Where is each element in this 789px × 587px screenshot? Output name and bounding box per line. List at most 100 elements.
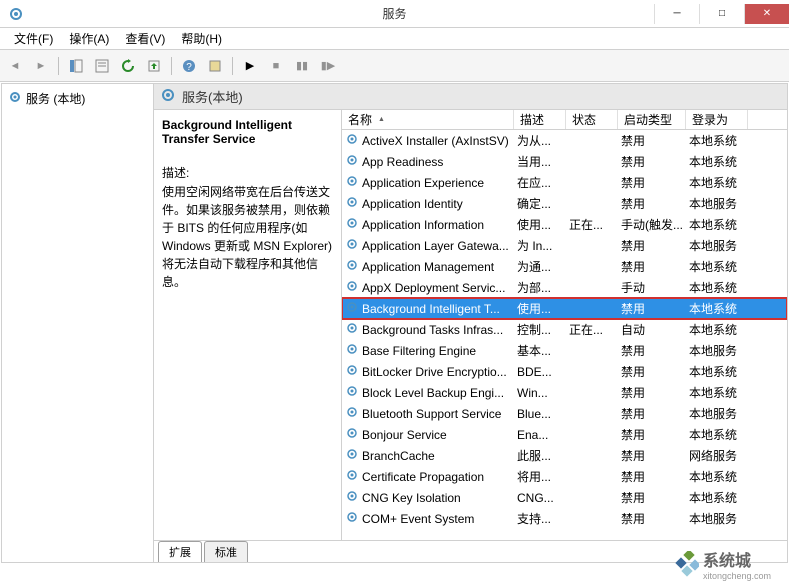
cell-desc: 为通... [514,258,566,275]
service-icon [345,258,359,275]
service-row[interactable]: Application Management为通...禁用本地系统 [342,256,787,277]
column-logon-as[interactable]: 登录为 [686,110,748,129]
service-name-text: Certificate Propagation [362,470,484,484]
cell-startup: 禁用 [618,447,686,464]
cell-logon: 本地系统 [686,153,748,170]
cell-desc: 为 In... [514,237,566,254]
cell-desc: 为从... [514,132,566,149]
back-button[interactable]: ◄ [4,55,26,77]
cell-name: Application Management [342,258,514,275]
service-name-text: BitLocker Drive Encryptio... [362,365,507,379]
service-row[interactable]: AppX Deployment Servic...为部...手动本地系统 [342,277,787,298]
cell-logon: 本地服务 [686,405,748,422]
service-row[interactable]: ActiveX Installer (AxInstSV)为从...禁用本地系统 [342,130,787,151]
services-list: 名称 描述 状态 启动类型 登录为 ActiveX Installer (AxI… [342,110,787,540]
cell-logon: 本地服务 [686,237,748,254]
cell-logon: 本地服务 [686,510,748,527]
service-row[interactable]: App Readiness当用...禁用本地系统 [342,151,787,172]
cell-logon: 本地系统 [686,321,748,338]
menu-file[interactable]: 文件(F) [6,28,61,49]
separator [171,57,172,75]
menu-help[interactable]: 帮助(H) [173,28,230,49]
cell-name: Application Experience [342,174,514,191]
service-row[interactable]: BranchCache此服...禁用网络服务 [342,445,787,466]
properties-dialog-button[interactable] [204,55,226,77]
cell-startup: 手动 [618,279,686,296]
cell-desc: Ena... [514,428,566,442]
service-row[interactable]: Application Identity确定...禁用本地服务 [342,193,787,214]
service-icon [345,321,359,338]
cell-name: AppX Deployment Servic... [342,279,514,296]
service-row[interactable]: Application Layer Gatewa...为 In...禁用本地服务 [342,235,787,256]
service-name-text: AppX Deployment Servic... [362,281,505,295]
cell-desc: 为部... [514,279,566,296]
content-title: 服务(本地) [182,87,243,106]
cell-startup: 禁用 [618,195,686,212]
cell-desc: CNG... [514,491,566,505]
separator [232,57,233,75]
cell-desc: 确定... [514,195,566,212]
menu-view[interactable]: 查看(V) [117,28,173,49]
service-row[interactable]: COM+ Event System支持...禁用本地服务 [342,508,787,529]
title-bar: 服务 ─ □ ✕ [0,0,789,28]
export-button[interactable] [143,55,165,77]
cell-desc: 使用... [514,216,566,233]
list-body[interactable]: ActiveX Installer (AxInstSV)为从...禁用本地系统A… [342,130,787,540]
cell-name: Application Identity [342,195,514,212]
start-service-button[interactable]: ▶ [239,55,261,77]
cell-name: BranchCache [342,447,514,464]
column-startup-type[interactable]: 启动类型 [618,110,686,129]
forward-button[interactable]: ► [30,55,52,77]
cell-startup: 禁用 [618,258,686,275]
content-header: 服务(本地) [154,84,787,110]
stop-service-button[interactable]: ■ [265,55,287,77]
restart-service-button[interactable]: ▮▶ [317,55,339,77]
maximize-button[interactable]: □ [699,4,744,24]
service-row[interactable]: Background Intelligent T...使用...禁用本地系统 [342,298,787,319]
show-hide-tree-button[interactable] [65,55,87,77]
cell-name: Base Filtering Engine [342,342,514,359]
cell-desc: 使用... [514,300,566,317]
cell-startup: 禁用 [618,489,686,506]
refresh-button[interactable] [117,55,139,77]
properties-button[interactable] [91,55,113,77]
tab-extended[interactable]: 扩展 [158,541,202,562]
service-icon [345,237,359,254]
cell-name: Background Tasks Infras... [342,321,514,338]
service-name-text: BranchCache [362,449,435,463]
cell-name: Bluetooth Support Service [342,405,514,422]
pause-service-button[interactable]: ▮▮ [291,55,313,77]
tree-root-services[interactable]: 服务 (本地) [6,88,149,109]
minimize-button[interactable]: ─ [654,4,699,24]
column-name[interactable]: 名称 [342,110,514,129]
column-status[interactable]: 状态 [566,110,618,129]
service-row[interactable]: Bonjour ServiceEna...禁用本地系统 [342,424,787,445]
service-name-text: Application Information [362,218,484,232]
service-row[interactable]: Bluetooth Support ServiceBlue...禁用本地服务 [342,403,787,424]
service-row[interactable]: Base Filtering Engine基本...禁用本地服务 [342,340,787,361]
service-row[interactable]: BitLocker Drive Encryptio...BDE...禁用本地系统 [342,361,787,382]
cell-startup: 禁用 [618,468,686,485]
menu-bar: 文件(F) 操作(A) 查看(V) 帮助(H) [0,28,789,50]
service-row[interactable]: Background Tasks Infras...控制...正在...自动本地… [342,319,787,340]
window-title: 服务 [382,5,406,22]
service-row[interactable]: Application Experience在应...禁用本地系统 [342,172,787,193]
service-row[interactable]: Block Level Backup Engi...Win...禁用本地系统 [342,382,787,403]
service-row[interactable]: CNG Key IsolationCNG...禁用本地系统 [342,487,787,508]
cell-name: Certificate Propagation [342,468,514,485]
service-row[interactable]: Application Information使用...正在...手动(触发..… [342,214,787,235]
description-label: 描述: [162,164,333,181]
service-name-text: Background Tasks Infras... [362,323,503,337]
cell-desc: 支持... [514,510,566,527]
menu-action[interactable]: 操作(A) [61,28,117,49]
help-button[interactable]: ? [178,55,200,77]
cell-desc: 在应... [514,174,566,191]
tab-standard[interactable]: 标准 [204,541,248,562]
cell-logon: 网络服务 [686,447,748,464]
cell-desc: 基本... [514,342,566,359]
service-row[interactable]: Certificate Propagation将用...禁用本地系统 [342,466,787,487]
service-name-text: Application Management [362,260,494,274]
column-description[interactable]: 描述 [514,110,566,129]
close-button[interactable]: ✕ [744,4,789,24]
service-icon [345,342,359,359]
